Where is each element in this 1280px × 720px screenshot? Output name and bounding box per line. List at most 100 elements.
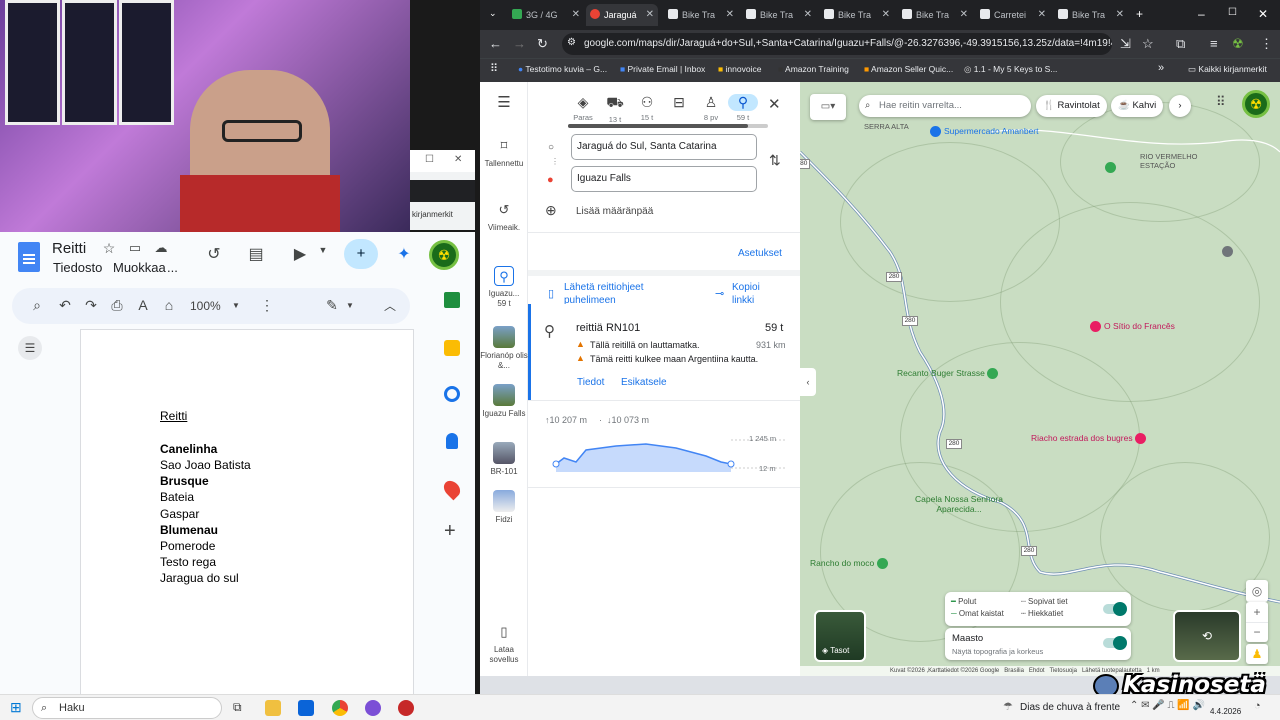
bookmark[interactable]: ■ innovoice <box>718 64 761 74</box>
zoom-select[interactable]: 100% <box>190 299 221 313</box>
add-destination[interactable]: Lisää määränpää <box>576 206 653 217</box>
comment-icon[interactable]: ▤ <box>245 244 267 264</box>
add-circle-icon[interactable]: ⊕ <box>545 202 557 219</box>
origin-input[interactable]: Jaraguá do Sul, Santa Catarina <box>571 134 757 160</box>
search-icon[interactable]: ⌕ <box>26 297 48 314</box>
terrain-toggle[interactable] <box>1103 636 1127 650</box>
zoom-out-button[interactable]: − <box>1246 622 1268 642</box>
undo-icon[interactable]: ↶ <box>54 297 76 314</box>
settings-link[interactable]: Asetukset <box>738 248 782 259</box>
edit-mode-icon[interactable]: ✎ <box>321 297 343 314</box>
rail-recent-route[interactable]: ⚲ Iguazu... 59 t <box>480 266 528 309</box>
bookmark[interactable]: ■ Amazon Training <box>778 64 849 74</box>
weather-text[interactable]: Dias de chuva à frente <box>1020 702 1120 713</box>
my-location-icon[interactable]: ◎ <box>1246 580 1268 602</box>
tab-active[interactable]: Jaraguá ✕ <box>586 4 658 26</box>
history-icon[interactable]: ↺ <box>203 244 225 264</box>
tray-icons[interactable]: ⌃ ✉ 🎤 ⎍ 📶 🔊 <box>1130 700 1205 711</box>
windows-start-icon[interactable]: ⊞ <box>10 699 22 716</box>
mode-bicycle[interactable]: ⚲ 59 t <box>728 94 758 122</box>
chevron-up-icon[interactable]: ︿ <box>379 297 401 314</box>
app-icon[interactable] <box>365 700 381 716</box>
menu-more[interactable]: ... <box>167 260 178 275</box>
star-icon[interactable]: ☆ <box>1142 36 1154 52</box>
destination-input[interactable]: Iguazu Falls <box>571 166 757 192</box>
bookmark[interactable]: ● Testotimo kuvia – G... <box>518 64 607 74</box>
street-view-preview[interactable]: ⟲ <box>1173 610 1241 662</box>
place-rancho[interactable]: Rancho do moco <box>810 558 891 570</box>
app-icon[interactable] <box>398 700 414 716</box>
rail-saved[interactable]: ⌑ Tallennettu <box>480 136 528 169</box>
collapse-panel-button[interactable]: ‹ <box>800 368 816 396</box>
clock-date[interactable]: 4.4.2026 <box>1210 707 1241 716</box>
bookmark[interactable]: ◎ 1.1 - My 5 Keys to S... <box>964 64 1057 75</box>
document-page[interactable] <box>80 329 414 699</box>
minimize-icon[interactable]: – <box>1198 7 1205 21</box>
docs-logo-icon[interactable] <box>18 242 40 272</box>
new-tab-icon[interactable]: + <box>1136 7 1143 21</box>
file-explorer-icon[interactable] <box>265 700 281 716</box>
install-icon[interactable]: ⇲ <box>1120 36 1131 52</box>
rail-item[interactable]: Florianóp olis &... <box>480 326 528 371</box>
print-icon[interactable]: ⎙ <box>106 297 128 314</box>
forward-icon[interactable]: → <box>513 36 526 51</box>
chip-coffee[interactable]: ☕ Kahvi <box>1111 95 1164 117</box>
swap-icon[interactable]: ⇅ <box>769 152 781 169</box>
maps-icon[interactable] <box>440 477 464 501</box>
place-supermarket[interactable]: Supermercado Amanbert <box>930 126 1039 138</box>
weather-icon[interactable]: ☂ <box>1003 700 1013 713</box>
rail-item[interactable]: Fidzi <box>480 490 528 525</box>
tab-search-icon[interactable]: ⌄ <box>489 8 497 19</box>
preview-link[interactable]: Esikatsele <box>621 377 667 388</box>
close-icon[interactable]: ✕ <box>768 95 781 113</box>
tab[interactable]: Bike Tra ✕ <box>664 4 738 26</box>
mode-best[interactable]: ◈ Paras <box>568 94 598 122</box>
mode-car[interactable]: ⛟ 13 t <box>600 94 630 124</box>
place-marker[interactable] <box>1105 162 1119 174</box>
menu-icon[interactable]: ☰ <box>480 95 528 110</box>
mode-motorcycle[interactable]: ⚇ 15 t <box>632 94 662 122</box>
avatar[interactable]: ☢ <box>1242 90 1270 118</box>
place-riacho[interactable]: Riacho estrada dos bugres <box>1031 433 1149 445</box>
gemini-icon[interactable]: ✦ <box>393 244 415 264</box>
site-info-icon[interactable]: ⚙ <box>567 37 576 48</box>
more-vert-icon[interactable]: ⋮ <box>256 297 278 314</box>
rail-item[interactable]: BR-101 <box>480 442 528 477</box>
redo-icon[interactable]: ↷ <box>80 297 102 314</box>
tasks-icon[interactable] <box>444 386 460 402</box>
calendar-icon[interactable] <box>444 292 460 308</box>
place-recanto[interactable]: Recanto Buger Strasse <box>897 368 1001 380</box>
keep-icon[interactable] <box>444 340 460 356</box>
move-folder-icon[interactable]: ▭ <box>124 240 146 256</box>
maximize-icon[interactable]: ☐ <box>1228 7 1237 18</box>
document-title[interactable]: Reitti <box>52 240 86 257</box>
profile-icon[interactable]: ☢ <box>1232 36 1244 52</box>
zoom-in-button[interactable]: + <box>1246 602 1268 622</box>
apps-icon[interactable]: ⠿ <box>490 62 498 75</box>
cloud-status-icon[interactable]: ☁ <box>150 240 172 256</box>
task-view-icon[interactable]: ⧉ <box>233 700 242 715</box>
all-bookmarks[interactable]: ▭ Kaikki kirjanmerkit <box>1188 64 1267 75</box>
place-sitio[interactable]: O Sítio do Francês <box>1090 321 1175 333</box>
meet-icon[interactable]: ▶ <box>289 244 311 264</box>
media-icon[interactable]: ≡ <box>1210 36 1218 51</box>
tab[interactable]: Bike Tra ✕ <box>1054 4 1128 26</box>
rail-recent[interactable]: ↺ Viimeaik. <box>480 200 528 233</box>
avatar[interactable]: ☢ <box>429 240 459 270</box>
chevron-right-icon[interactable]: › <box>1169 95 1191 117</box>
mode-transit[interactable]: ⊟ <box>664 94 694 113</box>
search-along-route-input[interactable]: ⌕ Hae reitin varrelta... <box>859 95 1031 117</box>
chevron-right-icon[interactable]: » <box>1158 62 1164 74</box>
chevron-down-icon[interactable]: ▼ <box>312 245 334 255</box>
back-icon[interactable]: ← <box>489 36 502 51</box>
apps-icon[interactable]: ⠿ <box>1216 94 1226 110</box>
close-icon[interactable]: ✕ <box>1258 7 1268 21</box>
rail-item[interactable]: Iguazu Falls <box>480 384 528 419</box>
notifications-icon[interactable]: ◔ <box>1254 700 1261 712</box>
url-field[interactable]: google.com/maps/dir/Jaraguá+do+Sul,+Sant… <box>562 33 1112 55</box>
extensions-icon[interactable]: ⧉ <box>1176 36 1185 52</box>
star-icon[interactable]: ☆ <box>98 240 120 257</box>
bookmark[interactable]: ■ Private Email | Inbox <box>620 64 705 74</box>
keyboard-icon[interactable]: ▭▾ <box>810 94 846 120</box>
contacts-icon[interactable] <box>446 433 458 449</box>
